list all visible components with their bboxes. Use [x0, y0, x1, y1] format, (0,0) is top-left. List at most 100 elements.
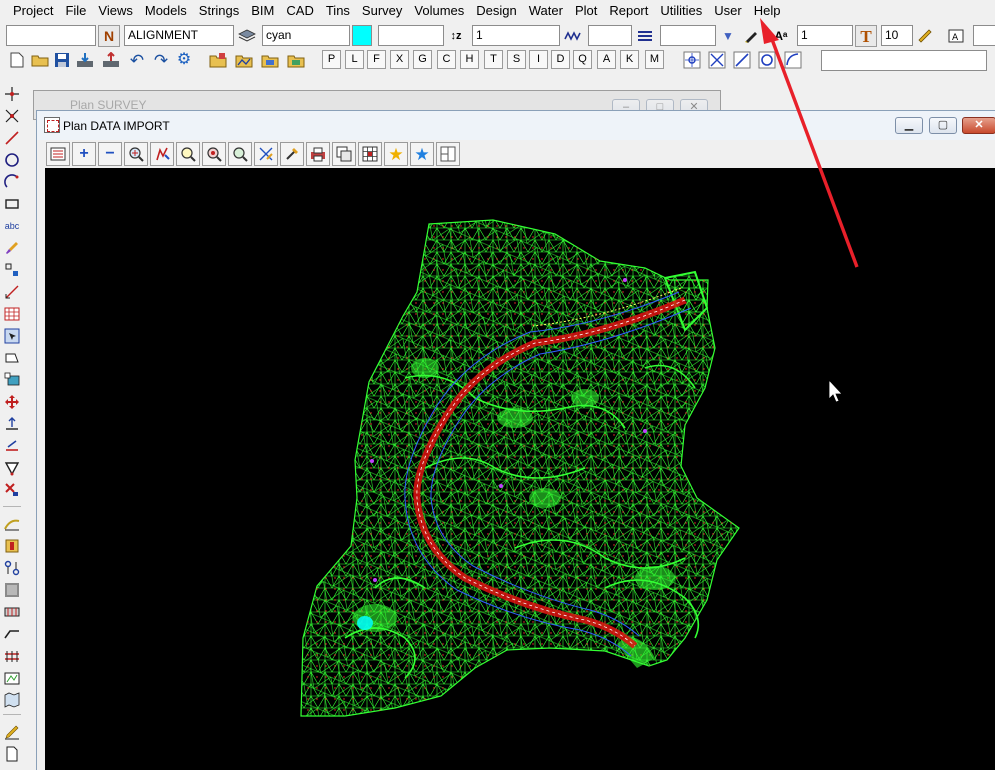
- chevron-down-icon[interactable]: ▼: [717, 25, 739, 47]
- menu-survey[interactable]: Survey: [356, 0, 408, 22]
- plan-window[interactable]: Plan DATA IMPORT ▁ ▢ ✕ + − ★ ★: [36, 110, 995, 770]
- menu-bim[interactable]: BIM: [245, 0, 280, 22]
- text-style-icon[interactable]: Aᵃ: [770, 25, 792, 47]
- menu-cad[interactable]: CAD: [280, 0, 319, 22]
- model-folder-icon[interactable]: [233, 49, 255, 71]
- select-tool-icon[interactable]: [2, 326, 22, 346]
- volume-tool-icon[interactable]: [2, 602, 22, 622]
- brush-tool-icon[interactable]: [2, 238, 22, 258]
- pick-icon[interactable]: [280, 142, 304, 166]
- menu-models[interactable]: Models: [139, 0, 193, 22]
- slope-tool-icon[interactable]: [2, 624, 22, 644]
- close-button[interactable]: ✕: [962, 117, 995, 134]
- weight-icon[interactable]: [634, 25, 656, 47]
- height-icon[interactable]: ↕z: [445, 25, 467, 47]
- height-tool-icon[interactable]: [2, 414, 22, 434]
- height-field[interactable]: [378, 25, 444, 46]
- template-folder-icon[interactable]: [285, 49, 307, 71]
- snap-q-button[interactable]: Q: [573, 50, 592, 69]
- measure-icon[interactable]: [254, 142, 278, 166]
- pan-icon[interactable]: [150, 142, 174, 166]
- snap-m-button[interactable]: M: [645, 50, 664, 69]
- string-name-field[interactable]: ALIGNMENT: [124, 25, 234, 46]
- pen-icon[interactable]: [740, 25, 762, 47]
- weight-field[interactable]: [588, 25, 632, 46]
- cross-tool-icon[interactable]: [2, 106, 22, 126]
- command-field[interactable]: [821, 50, 987, 71]
- snap-line-icon[interactable]: [731, 49, 753, 71]
- snap-point-icon[interactable]: [681, 49, 703, 71]
- rectangle-tool-icon[interactable]: [2, 194, 22, 214]
- snap-k-button[interactable]: K: [620, 50, 639, 69]
- arc-tool-icon[interactable]: [2, 172, 22, 192]
- new-file-icon[interactable]: [6, 49, 28, 71]
- undo-icon[interactable]: ↶: [126, 49, 148, 71]
- star-blue-icon[interactable]: ★: [410, 142, 434, 166]
- colour-swatch[interactable]: [352, 25, 372, 46]
- gear-icon[interactable]: ⚙: [173, 49, 195, 71]
- linestyle-icon[interactable]: [562, 25, 584, 47]
- snap-c-button[interactable]: C: [437, 50, 456, 69]
- shape-tool-icon[interactable]: [2, 348, 22, 368]
- model-field[interactable]: [6, 25, 96, 46]
- edit-line-tool-icon[interactable]: [2, 436, 22, 456]
- menu-strings[interactable]: Strings: [193, 0, 245, 22]
- surface-tool-icon[interactable]: [2, 580, 22, 600]
- redo-icon[interactable]: ↷: [150, 49, 172, 71]
- image-tool-icon[interactable]: [2, 370, 22, 390]
- snap-l-button[interactable]: L: [345, 50, 364, 69]
- snap-x-button[interactable]: X: [390, 50, 409, 69]
- circle-tool-icon[interactable]: [2, 150, 22, 170]
- snap-f-button[interactable]: F: [367, 50, 386, 69]
- text-icon[interactable]: T: [855, 25, 877, 47]
- table-tool-icon[interactable]: [2, 304, 22, 324]
- minimize-button[interactable]: ▁: [895, 117, 923, 134]
- menu-file[interactable]: File: [59, 0, 92, 22]
- print-icon[interactable]: [306, 142, 330, 166]
- right-edge-field[interactable]: [973, 25, 995, 46]
- document-tool-icon[interactable]: [2, 744, 22, 764]
- text-tool-icon[interactable]: abc: [2, 216, 22, 236]
- layers-icon[interactable]: [236, 25, 258, 47]
- map-tool-icon[interactable]: [2, 690, 22, 710]
- point-tool-icon[interactable]: [2, 84, 22, 104]
- snap-p-button[interactable]: P: [322, 50, 341, 69]
- ruler-icon[interactable]: [914, 25, 936, 47]
- line-tool-icon[interactable]: [2, 128, 22, 148]
- save-icon[interactable]: [51, 49, 73, 71]
- menu-utilities[interactable]: Utilities: [654, 0, 708, 22]
- snap-t-button[interactable]: T: [484, 50, 503, 69]
- menu-water[interactable]: Water: [523, 0, 569, 22]
- grid-icon[interactable]: [358, 142, 382, 166]
- menu-tins[interactable]: Tins: [320, 0, 356, 22]
- import-icon[interactable]: [74, 49, 96, 71]
- snap-arc-icon[interactable]: [782, 49, 804, 71]
- star-icon[interactable]: ★: [384, 142, 408, 166]
- snap-h-button[interactable]: H: [460, 50, 479, 69]
- snap-s-button[interactable]: S: [507, 50, 526, 69]
- plan-canvas[interactable]: [45, 168, 995, 770]
- triangle-tool-icon[interactable]: [2, 458, 22, 478]
- menu-report[interactable]: Report: [603, 0, 654, 22]
- snap-d-button[interactable]: D: [551, 50, 570, 69]
- measure-tool-icon[interactable]: [2, 282, 22, 302]
- profile-tool-icon[interactable]: [2, 514, 22, 534]
- copy-window-icon[interactable]: [332, 142, 356, 166]
- chain-tool-icon[interactable]: [2, 558, 22, 578]
- zoom-window-icon[interactable]: [176, 142, 200, 166]
- zoom-in-icon[interactable]: [124, 142, 148, 166]
- zoom-minus-icon[interactable]: −: [98, 142, 122, 166]
- zoom-extents-icon[interactable]: [202, 142, 226, 166]
- zoom-previous-icon[interactable]: [228, 142, 252, 166]
- grid-text-icon[interactable]: A: [946, 25, 968, 47]
- snap-circle-icon[interactable]: [756, 49, 778, 71]
- delete-tool-icon[interactable]: [2, 480, 22, 500]
- menu-user[interactable]: User: [708, 0, 747, 22]
- maximize-button[interactable]: ▢: [929, 117, 957, 134]
- window-title-bar[interactable]: Plan DATA IMPORT ▁ ▢ ✕: [37, 111, 995, 140]
- menu-volumes[interactable]: Volumes: [408, 0, 470, 22]
- snap-a-button[interactable]: A: [597, 50, 616, 69]
- draw-tool-icon[interactable]: [2, 722, 22, 742]
- menu-plot[interactable]: Plot: [569, 0, 603, 22]
- layout-icon[interactable]: [436, 142, 460, 166]
